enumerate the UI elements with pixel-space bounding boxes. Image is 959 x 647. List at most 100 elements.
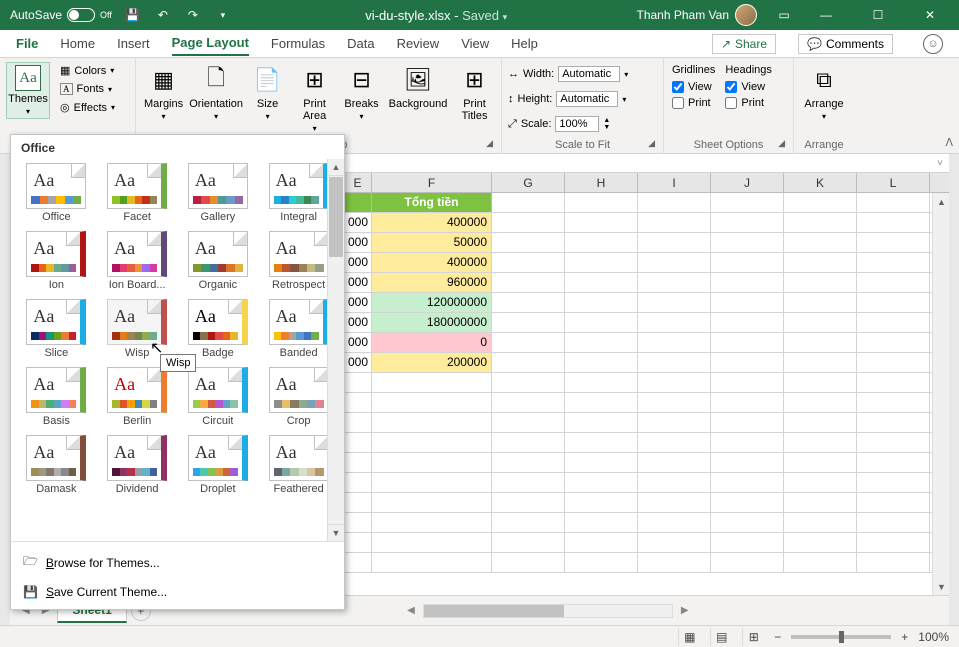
cell[interactable] <box>372 493 492 512</box>
cell[interactable] <box>784 233 857 252</box>
scroll-up-icon[interactable]: ▲ <box>933 193 950 210</box>
theme-item-berlin[interactable]: AaBerlin <box>100 365 175 429</box>
cell[interactable]: 000 <box>344 353 372 372</box>
cell[interactable] <box>638 313 711 332</box>
cell[interactable] <box>857 413 930 432</box>
qat-customize-icon[interactable]: ▾ <box>210 2 236 28</box>
theme-item-ion-board-[interactable]: AaIon Board... <box>100 229 175 293</box>
cell[interactable] <box>857 553 930 572</box>
cell[interactable] <box>565 373 638 392</box>
scroll-down-icon[interactable]: ▼ <box>933 578 950 595</box>
cell[interactable] <box>784 353 857 372</box>
cell[interactable] <box>565 273 638 292</box>
cell[interactable] <box>784 293 857 312</box>
cell[interactable] <box>565 253 638 272</box>
cell[interactable] <box>711 513 784 532</box>
cell[interactable] <box>857 273 930 292</box>
theme-item-retrospect[interactable]: AaRetrospect <box>261 229 336 293</box>
zoom-out-button[interactable]: − <box>774 630 781 644</box>
column-header[interactable]: K <box>784 173 857 192</box>
close-icon[interactable]: ✕ <box>907 0 953 30</box>
cell[interactable] <box>492 433 565 452</box>
scroll-up-icon[interactable]: ▲ <box>328 159 344 176</box>
cell[interactable] <box>344 373 372 392</box>
launcher-icon[interactable]: ◢ <box>648 138 655 149</box>
cell[interactable] <box>857 473 930 492</box>
cell[interactable] <box>492 393 565 412</box>
page-break-view-icon[interactable]: ⊞ <box>742 628 764 646</box>
cell[interactable] <box>784 493 857 512</box>
cell[interactable] <box>492 273 565 292</box>
cell[interactable]: 000 <box>344 333 372 352</box>
cell[interactable] <box>857 533 930 552</box>
fonts-button[interactable]: AFonts ▾ <box>56 81 119 97</box>
cell[interactable] <box>492 553 565 572</box>
cell[interactable] <box>711 293 784 312</box>
cell[interactable] <box>492 373 565 392</box>
cell[interactable]: 400000 <box>372 253 492 272</box>
cell[interactable] <box>711 313 784 332</box>
cell[interactable] <box>711 213 784 232</box>
cell[interactable]: 960000 <box>372 273 492 292</box>
cell[interactable] <box>638 533 711 552</box>
cell[interactable] <box>565 233 638 252</box>
cell[interactable] <box>565 293 638 312</box>
cell[interactable] <box>372 413 492 432</box>
cell[interactable] <box>784 253 857 272</box>
theme-item-damask[interactable]: AaDamask <box>19 433 94 497</box>
cell[interactable]: 000 <box>344 293 372 312</box>
cell[interactable] <box>372 513 492 532</box>
arrange-button[interactable]: ⧉Arrange▾ <box>800 62 848 123</box>
cell[interactable] <box>857 233 930 252</box>
cell[interactable] <box>711 393 784 412</box>
cell[interactable] <box>565 413 638 432</box>
cell[interactable] <box>638 473 711 492</box>
cell[interactable] <box>711 473 784 492</box>
cell[interactable] <box>784 333 857 352</box>
cell[interactable] <box>372 373 492 392</box>
width-input[interactable] <box>558 66 620 82</box>
cell[interactable] <box>857 193 930 212</box>
redo-icon[interactable]: ↷ <box>180 2 206 28</box>
cell[interactable] <box>711 353 784 372</box>
worksheet[interactable]: EFGHIJKL Tổng tiền0004000000005000000040… <box>344 173 949 595</box>
cell[interactable] <box>492 353 565 372</box>
cell[interactable] <box>711 193 784 212</box>
cell[interactable] <box>784 553 857 572</box>
height-input[interactable] <box>556 91 618 107</box>
cell[interactable]: 180000000 <box>372 313 492 332</box>
cell[interactable] <box>344 473 372 492</box>
cell[interactable]: Tổng tiền <box>372 193 492 212</box>
cell[interactable] <box>565 433 638 452</box>
cell[interactable] <box>857 373 930 392</box>
cell[interactable] <box>344 553 372 572</box>
cell[interactable] <box>857 393 930 412</box>
cell[interactable] <box>344 453 372 472</box>
cell[interactable] <box>857 213 930 232</box>
cell[interactable] <box>784 273 857 292</box>
cell[interactable] <box>784 513 857 532</box>
cell[interactable]: 120000000 <box>372 293 492 312</box>
save-theme-item[interactable]: 💾Save Current Theme... <box>11 579 344 605</box>
cell[interactable] <box>784 393 857 412</box>
theme-item-dividend[interactable]: AaDividend <box>100 433 175 497</box>
cell[interactable] <box>565 353 638 372</box>
cell[interactable] <box>857 353 930 372</box>
user-account[interactable]: Thanh Pham Van <box>636 4 757 26</box>
themes-button[interactable]: Aa Themes▾ <box>6 62 50 119</box>
theme-item-facet[interactable]: AaFacet <box>100 161 175 225</box>
cell[interactable]: 400000 <box>372 213 492 232</box>
tab-page-layout[interactable]: Page Layout <box>172 31 249 56</box>
cell[interactable] <box>638 373 711 392</box>
theme-item-badge[interactable]: AaBadge <box>181 297 256 361</box>
cell[interactable] <box>638 293 711 312</box>
cell[interactable] <box>711 553 784 572</box>
cell[interactable]: 0 <box>372 333 492 352</box>
cell[interactable] <box>857 333 930 352</box>
cell[interactable] <box>857 493 930 512</box>
browse-themes-item[interactable]: 🗁Browse for Themes... <box>11 546 344 579</box>
tab-insert[interactable]: Insert <box>117 32 150 55</box>
theme-item-wisp[interactable]: AaWisp <box>100 297 175 361</box>
theme-item-banded[interactable]: AaBanded <box>261 297 336 361</box>
cell[interactable] <box>492 453 565 472</box>
